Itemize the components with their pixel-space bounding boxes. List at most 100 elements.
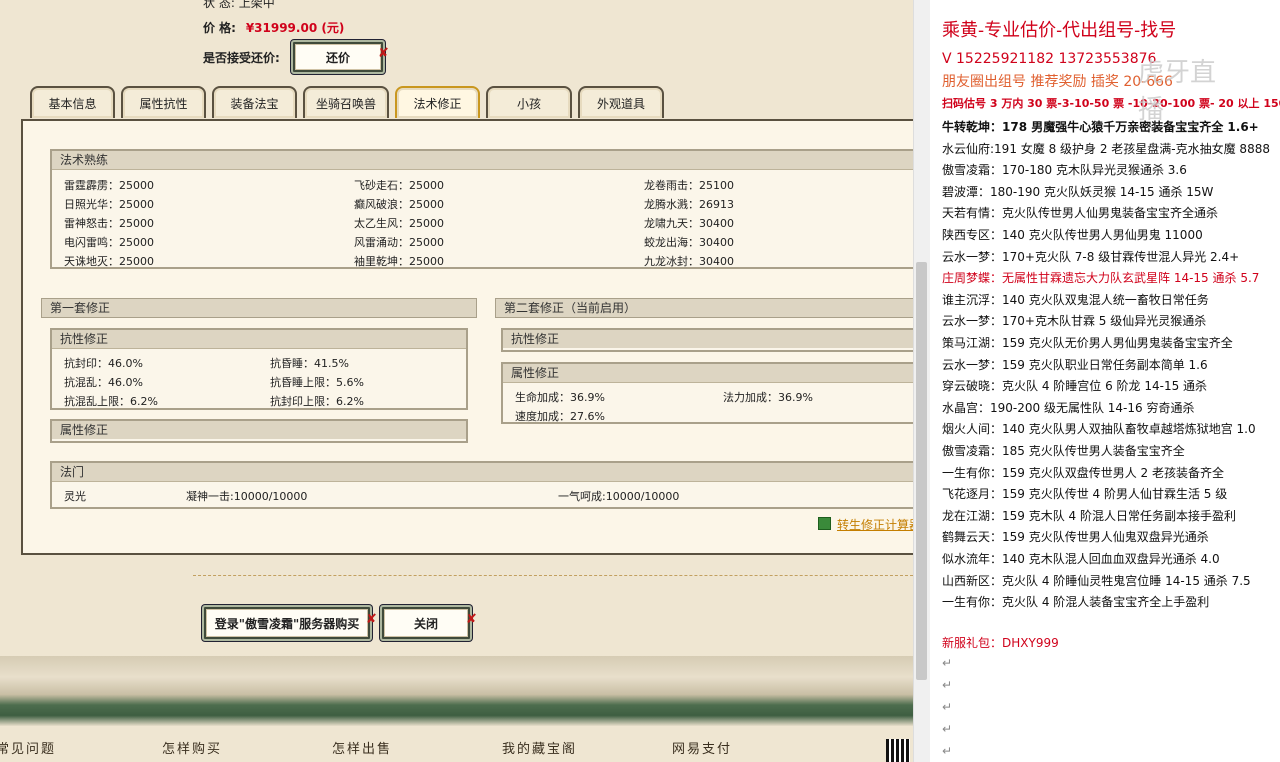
overlay-title: 乘黄-专业估价-代出组号-找号 <box>942 20 1177 41</box>
close-x-icon: ✘ <box>466 612 477 627</box>
account-list-item: 策马江湖：159 克火队无价男人男仙男鬼装备宝宝齐全 <box>942 336 1233 350</box>
spell-correction-panel: 法术熟练 雷霆霹雳：25000 飞砂走石：25000 龙卷雨击：25100 日照… <box>21 119 913 555</box>
account-list-item: 烟火人间：140 克火队男人双抽队畜牧卓越塔炼狱地宫 1.0 <box>942 422 1256 437</box>
resist-value: 抗混乱：46.0% <box>64 376 143 389</box>
nav-faq[interactable]: 常见问题 <box>0 738 56 757</box>
nav-how-to-buy[interactable]: 怎样购买 <box>162 738 222 757</box>
overlay-text-panel: 乘黄-专业估价-代出组号-找号 V 15225921182 1372355387… <box>930 0 1280 762</box>
account-list-item: 碧波潭：180-190 克火队妖灵猴 14-15 通杀 15W <box>942 184 1214 199</box>
spell-value: 风雷涌动：25000 <box>354 236 444 249</box>
trade-detail-panel: 状 态: 上架中 价 格: ¥31999.00 (元) 是否接受还价: 还价 ✘… <box>0 0 913 762</box>
resist-value: 抗昏睡上限：5.6% <box>270 376 364 389</box>
bargain-button[interactable]: 还价 <box>291 40 385 74</box>
account-list-item: 云水一梦：159 克火队职业日常任务副本简单 1.6 <box>942 357 1208 372</box>
watermark: 虎牙直播 <box>1138 58 1217 125</box>
tab-attribute-resist[interactable]: 属性抗性 <box>121 86 206 118</box>
fame-item: 灵光 <box>64 490 86 503</box>
spell-value: 太乙生风：25000 <box>354 217 444 230</box>
spell-value: 天诛地灭：25000 <box>64 255 154 268</box>
tab-child[interactable]: 小孩 <box>486 86 572 118</box>
close-x-icon: ✘ <box>366 612 377 627</box>
nav-my-treasure[interactable]: 我的藏宝阁 <box>502 738 577 757</box>
section-title: 法术熟练 <box>52 151 913 170</box>
spell-value: 癫风破浪：25000 <box>354 198 444 211</box>
rebirth-calc-link[interactable]: 转生修正计算器 <box>818 516 913 533</box>
account-list-item: 一生有你：159 克火队双盘传世男人 2 老孩装备齐全 <box>942 465 1224 480</box>
resist-value: 抗封印上限：6.2% <box>270 395 364 408</box>
login-buy-button[interactable]: 登录"傲雪凌霜"服务器购买 <box>202 605 372 641</box>
footer-decoration <box>0 656 913 726</box>
tab-equipment[interactable]: 装备法宝 <box>212 86 297 118</box>
account-list-item: 牛转乾坤：178 男魔强牛心猿千万亲密装备宝宝齐全 1.6+ <box>942 120 1259 134</box>
spell-value: 袖里乾坤：25000 <box>354 255 444 268</box>
tab-mounts-summons[interactable]: 坐骑召唤兽 <box>303 86 389 118</box>
account-list-item: 庄周梦蝶：无属性甘霖遗忘大力队玄武星阵 14-15 通杀 5.7 <box>942 271 1260 286</box>
account-list-item: 天若有情：克火队传世男人仙男鬼装备宝宝齐全通杀 <box>942 206 1219 221</box>
account-list-item: 傲雪凌霜：170-180 克木队异光灵猴通杀 3.6 <box>942 163 1187 178</box>
account-list-item: 水晶宫：190-200 级无属性队 14-16 穷奇通杀 <box>942 400 1195 415</box>
close-button[interactable]: 关闭 <box>380 605 472 641</box>
bargain-label: 是否接受还价: <box>203 51 280 65</box>
divider <box>193 575 913 576</box>
set2-attr-section: 属性修正 生命加成：36.9% 法力加成：36.9% 速度加成：27.6% <box>501 362 913 424</box>
close-x-icon: ✘ <box>378 46 389 61</box>
blank-mark: ↵ <box>942 744 953 758</box>
tab-spell-correction[interactable]: 法术修正 <box>395 86 480 118</box>
fame-item: 凝神一击:10000/10000 <box>186 490 308 503</box>
account-list-item: 谁主沉浮：140 克火队双鬼混人统一畜牧日常任务 <box>942 292 1209 307</box>
account-list-item: 陕西专区：140 克火队传世男人男仙男鬼 11000 <box>942 228 1203 242</box>
account-list-item: 山西新区：克火队 4 阶睡仙灵牲鬼宫位睡 14-15 通杀 7.5 <box>942 573 1251 588</box>
account-list-item: 云水一梦：170+克火队 7-8 级甘霖传世混人异光 2.4+ <box>942 249 1240 264</box>
tab-appearance-items[interactable]: 外观道具 <box>578 86 664 118</box>
spell-value: 雷霆霹雳：25000 <box>64 179 154 192</box>
nav-how-to-sell[interactable]: 怎样出售 <box>332 738 392 757</box>
blank-mark: ↵ <box>942 722 953 736</box>
account-list-item: 龙在江湖：159 克木队 4 阶混人日常任务副本接手盈利 <box>942 508 1236 523</box>
calculator-icon <box>818 517 831 530</box>
resist-value: 抗封印：46.0% <box>64 357 143 370</box>
fame-item: 一气呵成:10000/10000 <box>558 490 680 503</box>
blank-mark: ↵ <box>942 700 953 714</box>
account-list-item: 水云仙府:191 女魔 8 级护身 2 老孩星盘满-克水抽女魔 8888 <box>942 141 1270 156</box>
account-list-item: 傲雪凌霜：185 克火队传世男人装备宝宝齐全 <box>942 444 1185 458</box>
overlay-scan: 扫码估号 3 万内 30 票-3-10-50 票 -10-20-100 票- 2… <box>942 97 1280 110</box>
spell-value: 龙啸九天：30400 <box>644 217 734 230</box>
account-list-item: 一生有你：克火队 4 阶混人装备宝宝齐全上手盈利 <box>942 595 1210 610</box>
account-list-item: 似水流年：140 克木队混人回血血双盘异光通杀 4.0 <box>942 552 1220 566</box>
set2-header: 第二套修正（当前启用） <box>495 298 913 318</box>
overlay-contact: V 15225921182 13723553876 <box>942 51 1157 67</box>
nav-netease-pay[interactable]: 网易支付 <box>672 738 732 757</box>
spell-value: 九龙冰封：30400 <box>644 255 734 268</box>
footer-nav: 常见问题 怎样购买 怎样出售 我的藏宝阁 网易支付 <box>0 726 913 762</box>
price-row: 价 格: ¥31999.00 (元) <box>203 21 345 35</box>
account-list-item: 飞花逐月：159 克火队传世 4 阶男人仙甘霖生活 5 级 <box>942 487 1228 502</box>
spell-value: 电闪雷鸣：25000 <box>64 236 154 249</box>
spell-value: 雷神怒击：25000 <box>64 217 154 230</box>
spell-value: 日照光华：25000 <box>64 198 154 211</box>
set1-attr-section: 属性修正 <box>50 419 468 443</box>
account-list-item: 云水一梦：170+克木队甘霖 5 级仙异光灵猴通杀 <box>942 314 1207 329</box>
status-row: 状 态: 上架中 <box>203 0 275 10</box>
fame-section: 法门 灵光 凝神一击:10000/10000 一气呵成:10000/10000 <box>50 461 913 509</box>
set1-resist-section: 抗性修正 抗封印：46.0% 抗昏睡：41.5% 抗混乱：46.0% 抗昏睡上限… <box>50 328 468 410</box>
overlay-gift: 新服礼包：DHXY999 <box>942 636 1059 650</box>
set1-header: 第一套修正 <box>41 298 477 318</box>
spell-value: 龙腾水溅：26913 <box>644 198 734 211</box>
account-list-item: 穿云破晓：克火队 4 阶睡宫位 6 阶龙 14-15 通杀 <box>942 379 1208 394</box>
set2-resist-section: 抗性修正 <box>501 328 913 352</box>
qr-code-icon <box>886 739 910 762</box>
spell-value: 蛟龙出海：30400 <box>644 236 734 249</box>
account-list-item: 鹤舞云天：159 克火队传世男人仙鬼双盘异光通杀 <box>942 530 1209 545</box>
blank-mark: ↵ <box>942 678 953 692</box>
price-value: ¥31999.00 (元) <box>245 21 345 35</box>
resist-value: 抗昏睡：41.5% <box>270 357 349 370</box>
tab-basic-info[interactable]: 基本信息 <box>30 86 115 118</box>
attr-value: 生命加成：36.9% <box>515 391 605 404</box>
spell-value: 龙卷雨击：25100 <box>644 179 734 192</box>
spell-mastery-section: 法术熟练 雷霆霹雳：25000 飞砂走石：25000 龙卷雨击：25100 日照… <box>50 149 913 269</box>
spell-value: 飞砂走石：25000 <box>354 179 444 192</box>
attr-value: 法力加成：36.9% <box>723 391 813 404</box>
resist-value: 抗混乱上限：6.2% <box>64 395 158 408</box>
blank-mark: ↵ <box>942 656 953 670</box>
scrollbar-thumb[interactable] <box>916 262 927 680</box>
